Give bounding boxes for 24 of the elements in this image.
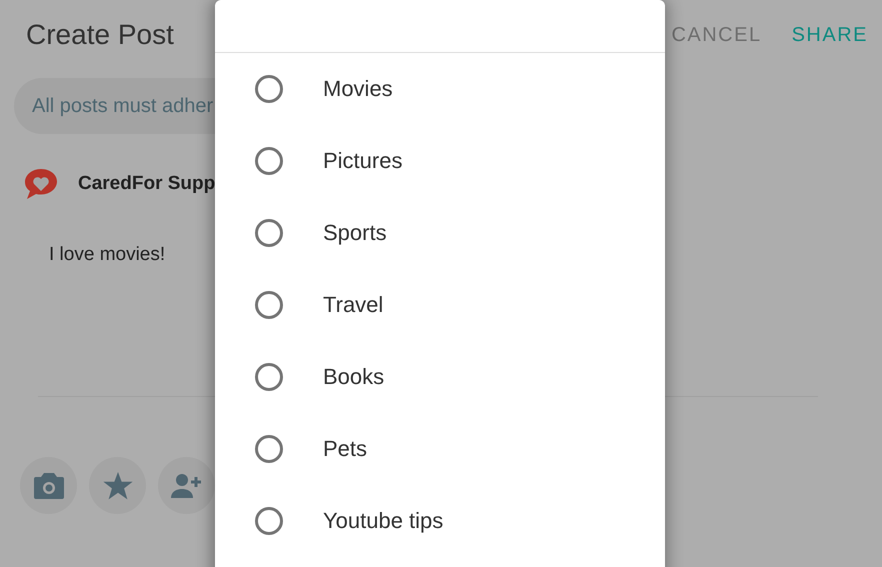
option-label: Travel	[323, 292, 384, 318]
radio-button[interactable]	[255, 291, 283, 319]
page-title: Create Post	[26, 19, 175, 51]
notice-text: All posts must adher	[32, 94, 214, 118]
cancel-button[interactable]: CANCEL	[641, 24, 762, 46]
camera-icon	[34, 472, 64, 498]
radio-button[interactable]	[255, 507, 283, 535]
option-label: Sports	[323, 220, 387, 246]
radio-button[interactable]	[255, 435, 283, 463]
heart-speech-bubble-icon	[24, 168, 58, 200]
person-add-icon	[170, 474, 202, 498]
option-label: Pets	[323, 436, 368, 462]
post-text: I love movies!	[49, 244, 166, 266]
radio-button[interactable]	[255, 75, 283, 103]
radio-button[interactable]	[255, 219, 283, 247]
share-button[interactable]: SHARE	[762, 24, 868, 46]
option-label: Pictures	[323, 148, 402, 174]
star-icon	[102, 472, 132, 500]
option-label: Youtube tips	[323, 508, 444, 534]
radio-button[interactable]	[255, 147, 283, 175]
option-label: Movies	[323, 76, 393, 102]
author-name: CaredFor Supp	[78, 173, 216, 195]
radio-button[interactable]	[255, 363, 283, 391]
option-label: Books	[323, 364, 384, 390]
